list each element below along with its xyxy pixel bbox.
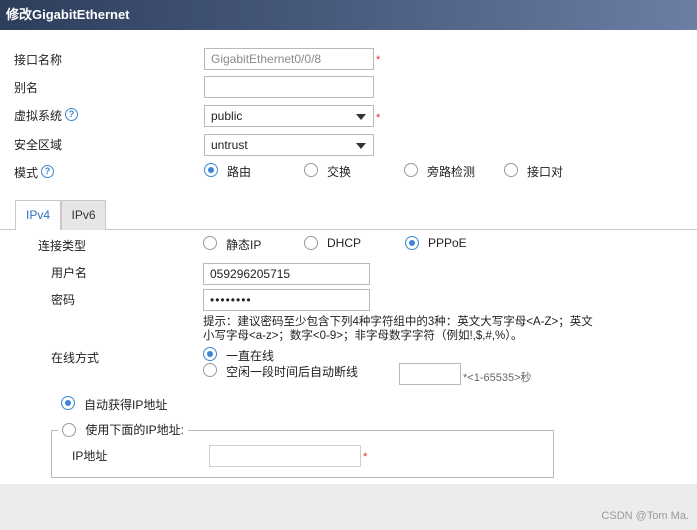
tab-divider [106,229,697,230]
idle-timeout-field[interactable] [399,363,461,385]
tab-divider [0,229,15,230]
dialog-body: 接口名称 GigabitEthernet0/0/8 * 别名 虚拟系统 ? pu… [0,30,697,484]
zone-label: 安全区域 [14,138,63,152]
username-label: 用户名 [51,266,88,280]
manual-ip-radio[interactable] [62,422,76,437]
online-always-radio[interactable] [203,347,217,361]
chevron-down-icon [356,114,366,120]
vsys-label: 虚拟系统 [14,109,63,123]
tab-ipv4[interactable]: IPv4 [15,200,61,230]
auto-ip-radio[interactable] [61,396,75,410]
username-field[interactable]: 059296205715 [203,263,370,285]
vsys-value: public [211,109,243,123]
password-label: 密码 [51,293,76,307]
interface-name-field: GigabitEthernet0/0/8 [204,48,374,70]
required-mark: * [376,112,381,124]
mode-bypass-radio[interactable] [404,163,418,177]
watermark: CSDN @Tom Ma. [601,510,689,522]
password-hint: 提示：建议密码至少包含下列4种字符组中的3种：英文大写字母<A-Z>；英文小写字… [203,316,593,342]
conn-pppoe-radio[interactable] [405,236,419,250]
manual-ip-label: 使用下面的IP地址: [85,423,185,437]
conn-type-label: 连接类型 [38,239,87,253]
conn-static-label: 静态IP [226,238,262,252]
interface-name-label: 接口名称 [14,53,63,67]
online-idle-radio[interactable] [203,363,217,377]
mode-switch-label: 交换 [327,165,352,179]
help-icon[interactable]: ? [65,108,78,121]
conn-pppoe-label: PPPoE [428,236,467,250]
alias-label: 别名 [14,81,39,95]
chevron-down-icon [356,143,366,149]
mode-route-label: 路由 [227,165,252,179]
ip-address-field[interactable] [209,445,361,467]
online-idle-label: 空闲一段时间后自动断线 [226,365,359,379]
required-mark: * [363,451,368,463]
mode-bypass-label: 旁路检测 [427,165,476,179]
required-mark: * [376,54,381,66]
online-always-label: 一直在线 [226,349,275,363]
mode-label: 模式 [14,166,39,180]
auto-ip-label: 自动获得IP地址 [84,398,168,412]
vsys-select[interactable]: public [204,105,374,127]
help-icon[interactable]: ? [41,165,54,178]
mode-pair-radio[interactable] [504,163,518,177]
manual-ip-legend: 使用下面的IP地址: [58,421,189,439]
tab-ipv6[interactable]: IPv6 [61,200,106,230]
zone-value: untrust [211,138,248,152]
mode-route-radio[interactable] [204,163,218,177]
password-field[interactable]: •••••••• [203,289,370,311]
conn-static-radio[interactable] [203,236,217,250]
conn-dhcp-label: DHCP [327,236,362,250]
mode-pair-label: 接口对 [527,165,564,179]
ip-address-label: IP地址 [72,449,108,463]
alias-field[interactable] [204,76,374,98]
idle-range-hint: *<1-65535>秒 [463,372,532,384]
online-mode-label: 在线方式 [51,351,100,365]
zone-select[interactable]: untrust [204,134,374,156]
conn-dhcp-radio[interactable] [304,236,318,250]
mode-switch-radio[interactable] [304,163,318,177]
dialog-title: 修改GigabitEthernet [0,0,697,30]
